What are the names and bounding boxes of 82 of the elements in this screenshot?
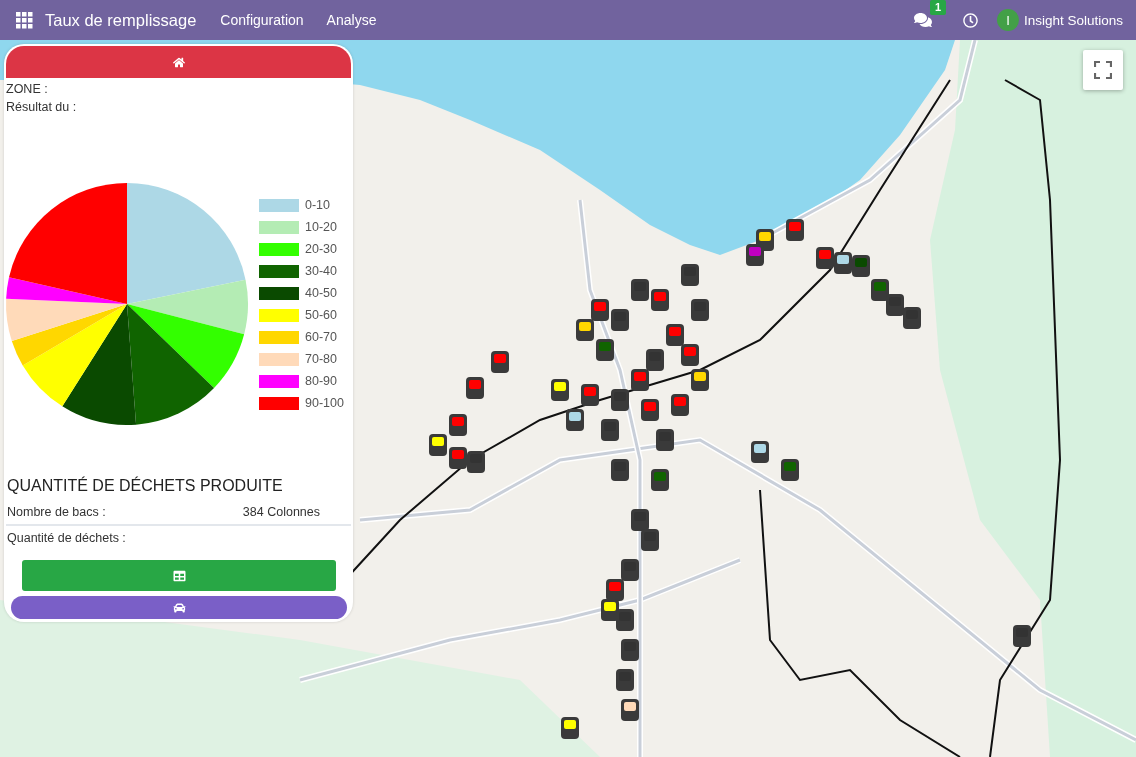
menu-item[interactable]: Configuration	[220, 12, 304, 28]
marker-icon[interactable]	[561, 717, 579, 739]
marker-icon[interactable]	[467, 451, 485, 473]
marker-icon[interactable]	[491, 351, 509, 373]
marker-icon[interactable]	[746, 244, 764, 266]
legend-label: 20-30	[305, 242, 337, 256]
marker-icon[interactable]	[551, 379, 569, 401]
marker-icon[interactable]	[852, 255, 870, 277]
section-title: QUANTITÉ DE DÉCHETS PRODUITE	[7, 476, 283, 496]
marker-icon[interactable]	[666, 324, 684, 346]
legend-label: 0-10	[305, 198, 331, 212]
marker-icon[interactable]	[691, 369, 709, 391]
car-icon	[172, 601, 186, 614]
marker-icon[interactable]	[903, 307, 921, 329]
stat-label: Quantité de déchets :	[7, 531, 126, 545]
marker-icon[interactable]	[751, 441, 769, 463]
marker-icon[interactable]	[601, 419, 619, 441]
marker-icon[interactable]	[611, 309, 629, 331]
chat-icon[interactable]	[913, 11, 932, 29]
message-count-badge: 1	[929, 0, 947, 15]
fullscreen-button[interactable]	[1083, 50, 1123, 90]
marker-icon[interactable]	[621, 699, 639, 721]
menu-item[interactable]: Analyse	[326, 12, 377, 28]
marker-icon[interactable]	[631, 279, 649, 301]
marker-icon[interactable]	[886, 294, 904, 316]
marker-icon[interactable]	[781, 459, 799, 481]
marker-icon[interactable]	[591, 299, 609, 321]
user-avatar: I	[996, 9, 1019, 31]
marker-icon[interactable]	[449, 447, 467, 469]
clock-icon[interactable]	[962, 12, 978, 28]
marker-icon[interactable]	[651, 469, 669, 491]
home-icon	[172, 56, 185, 68]
zone-label: ZONE :	[6, 81, 48, 98]
legend-label: 30-40	[305, 264, 337, 278]
marker-icon[interactable]	[871, 279, 889, 301]
marker-icon[interactable]	[466, 377, 484, 399]
legend-label: 60-70	[305, 330, 337, 344]
marker-icon[interactable]	[834, 252, 852, 274]
marker-icon[interactable]	[581, 384, 599, 406]
marker-icon[interactable]	[786, 219, 804, 241]
marker-icon[interactable]	[596, 339, 614, 361]
marker-icon[interactable]	[646, 349, 664, 371]
marker-icon[interactable]	[611, 389, 629, 411]
marker-icon[interactable]	[691, 299, 709, 321]
marker-icon[interactable]	[621, 639, 639, 661]
marker-icon[interactable]	[681, 344, 699, 366]
marker-icon[interactable]	[631, 509, 649, 531]
marker-icon[interactable]	[616, 609, 634, 631]
marker-icon[interactable]	[631, 369, 649, 391]
result-date-label: Résultat du :	[6, 99, 77, 116]
app-title: Taux de remplissage	[45, 10, 197, 30]
marker-icon[interactable]	[429, 434, 447, 456]
vehicle-button[interactable]	[11, 596, 347, 619]
marker-icon[interactable]	[1013, 625, 1031, 647]
marker-icon[interactable]	[606, 579, 624, 601]
marker-icon[interactable]	[681, 264, 699, 286]
apps-menu-icon[interactable]	[16, 11, 33, 29]
marker-icon[interactable]	[656, 429, 674, 451]
user-name: Insight Solutions	[1023, 12, 1123, 28]
marker-icon[interactable]	[616, 669, 634, 691]
legend-label: 90-100	[305, 396, 344, 410]
marker-icon[interactable]	[576, 319, 594, 341]
user-menu[interactable]: I Insight Solutions	[996, 9, 1123, 31]
marker-icon[interactable]	[611, 459, 629, 481]
marker-icon[interactable]	[566, 409, 584, 431]
marker-icon[interactable]	[449, 414, 467, 436]
marker-icon[interactable]	[816, 247, 834, 269]
marker-icon[interactable]	[671, 394, 689, 416]
legend-label: 10-20	[305, 220, 337, 234]
legend-label: 40-50	[305, 286, 337, 300]
legend-label: 70-80	[305, 352, 337, 366]
legend-label: 50-60	[305, 308, 337, 322]
stat-label: Nombre de bacs :	[7, 505, 106, 519]
marker-icon[interactable]	[651, 289, 669, 311]
marker-icon[interactable]	[641, 399, 659, 421]
fullscreen-icon	[1094, 61, 1112, 79]
stat-value: 384 Colonnes	[242, 505, 320, 519]
legend-label: 80-90	[305, 374, 337, 388]
marker-icon[interactable]	[601, 599, 619, 621]
marker-icon[interactable]	[621, 559, 639, 581]
marker-icon[interactable]	[641, 529, 659, 551]
table-icon	[172, 569, 186, 582]
